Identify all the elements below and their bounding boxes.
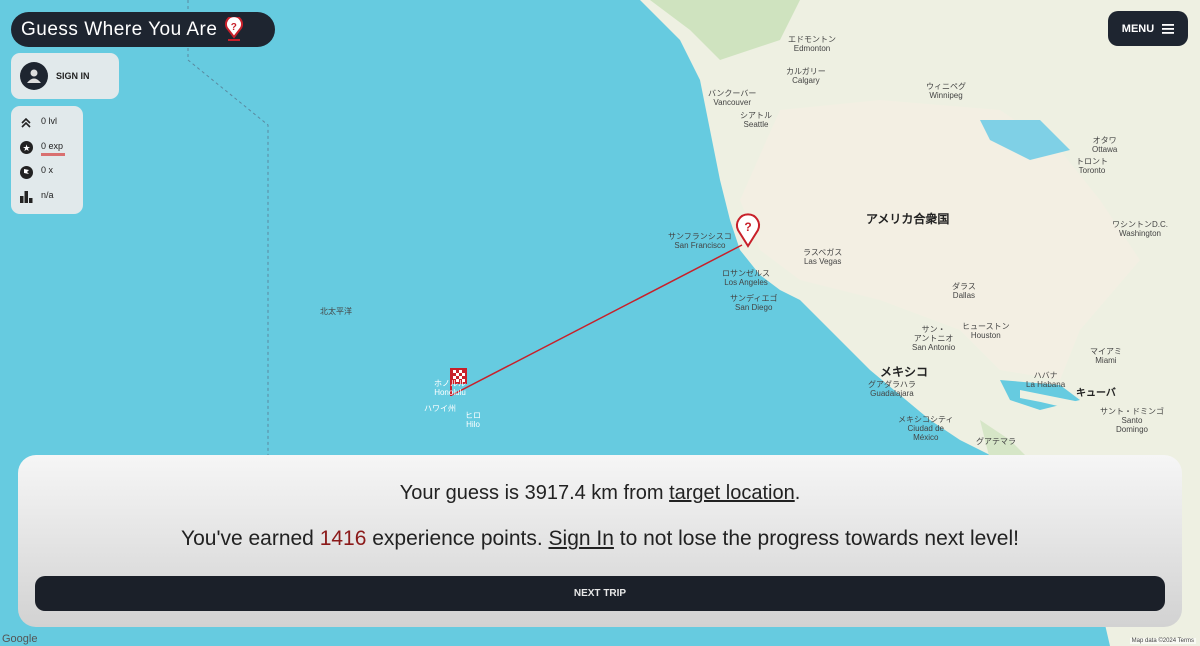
map-label: メキシコシティ Ciudad de México: [898, 415, 954, 442]
trips-value: 0 x: [41, 165, 54, 175]
earned-text: You've earned: [181, 527, 320, 550]
map-label: ワシントンD.C. Washington: [1112, 220, 1168, 238]
map-label: サン・ アントニオ San Antonio: [912, 325, 956, 352]
star-icon: ★: [19, 141, 33, 155]
chevrons-up-icon: [19, 116, 33, 130]
stat-exp: ★ 0 exp: [19, 141, 83, 166]
menu-button[interactable]: MENU: [1108, 11, 1188, 46]
map-label: グアダラハラ Guadalajara: [868, 380, 916, 398]
map-label: グアテマラ: [976, 437, 1016, 446]
map-label: オタワ Ottawa: [1092, 136, 1118, 154]
bar-chart-icon: [19, 190, 33, 204]
map-label: ハバナ La Habana: [1026, 371, 1066, 389]
sign-in-button[interactable]: SIGN IN: [11, 53, 119, 99]
svg-text:?: ?: [231, 22, 238, 33]
experience-text: experience points.: [366, 527, 549, 550]
app-title: Guess Where You Are: [21, 18, 218, 40]
user-avatar-icon: [20, 62, 48, 90]
map-label: マイアミ Miami: [1090, 347, 1122, 365]
map-attribution[interactable]: Map data ©2024 Terms: [1129, 638, 1196, 644]
rank-value: n/a: [41, 189, 54, 200]
map-label: ロサンゼルス Los Angeles: [722, 269, 770, 287]
map-label: ヒューストン Houston: [962, 322, 1010, 340]
google-logo: Google: [2, 633, 38, 645]
map-label: バンクーバー Vancouver: [708, 89, 757, 107]
stat-level: 0 lvl: [19, 116, 83, 141]
target-location-link[interactable]: target location: [669, 482, 795, 504]
map-label: キューバ: [1076, 388, 1116, 399]
map-label: ホノルル Honolulu: [434, 379, 466, 397]
map-label: サンディエゴ San Diego: [730, 294, 778, 312]
map-label: ラスベガス Las Vegas: [803, 248, 843, 266]
experience-message: You've earned 1416 experience points. Si…: [18, 527, 1182, 551]
stat-trips: 0 x: [19, 165, 83, 190]
map-label: 北太平洋: [320, 307, 352, 316]
svg-text:★: ★: [22, 143, 30, 153]
distance-message: Your guess is 3917.4 km from target loca…: [18, 482, 1182, 505]
exp-progress-bar: [41, 152, 65, 156]
svg-text:?: ?: [744, 220, 751, 234]
distance-text: Your guess is 3917.4 km from: [399, 482, 670, 504]
map-label: ヒロ Hilo: [465, 411, 481, 429]
menu-label: MENU: [1121, 22, 1155, 35]
app-logo[interactable]: Guess Where You Are ?: [11, 12, 275, 47]
map-label: エドモントン Edmonton: [788, 35, 836, 53]
map-label: メキシコ: [880, 365, 929, 379]
map-label: シアトル Seattle: [740, 111, 772, 129]
xp-value: 1416: [319, 527, 367, 550]
map-label: カルガリー Calgary: [786, 67, 826, 85]
flag-icon: [19, 165, 33, 179]
result-panel: Your guess is 3917.4 km from target loca…: [18, 455, 1182, 627]
map-pin-question-icon: ?: [225, 16, 244, 41]
sign-in-label: SIGN IN: [56, 71, 90, 81]
hamburger-icon: [1162, 23, 1175, 34]
map-label: サント・ドミンゴ Santo Domingo: [1100, 407, 1164, 434]
punctuation: .: [794, 482, 801, 504]
map-label: ダラス Dallas: [952, 282, 976, 300]
next-trip-button[interactable]: NEXT TRIP: [35, 576, 1165, 611]
progress-text: to not lose the progress towards next le…: [613, 527, 1019, 550]
level-value: 0 lvl: [41, 116, 58, 126]
map-label: サンフランシスコ San Francisco: [668, 232, 732, 250]
map-label: アメリカ合衆国: [866, 212, 950, 226]
stat-rank: n/a: [19, 190, 83, 215]
map-label: ハワイ州: [424, 404, 456, 413]
map-label: トロント Toronto: [1076, 157, 1108, 175]
exp-value: 0 exp: [41, 140, 64, 151]
map-label: ウィニペグ Winnipeg: [926, 82, 966, 100]
player-stats: 0 lvl ★ 0 exp 0 x n/a: [11, 106, 83, 214]
sign-in-link[interactable]: Sign In: [549, 527, 614, 550]
